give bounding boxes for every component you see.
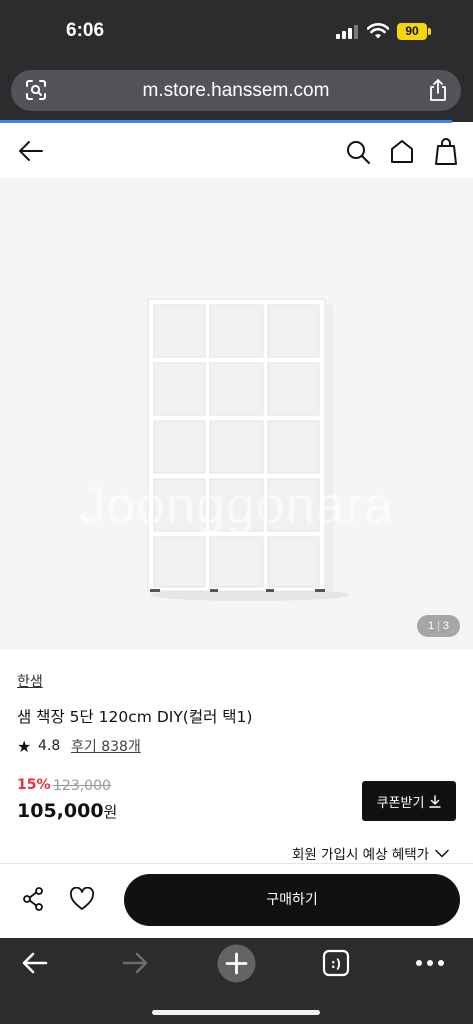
toolbar-back-icon[interactable]: [21, 950, 49, 976]
review-count-link[interactable]: 후기 838개: [71, 736, 141, 756]
home-icon[interactable]: [389, 138, 415, 164]
tabs-icon[interactable]: :): [322, 949, 350, 977]
brand-link[interactable]: 한샘: [17, 671, 43, 691]
sale-price: 105,000: [17, 800, 104, 822]
divider: [0, 863, 473, 864]
watermark: Joonggonara: [79, 477, 394, 535]
discount-rate: 15%: [17, 777, 51, 793]
lens-icon[interactable]: [25, 79, 47, 101]
image-counter: 1 | 3: [417, 615, 460, 637]
share-icon[interactable]: [427, 78, 449, 102]
coupon-button[interactable]: 쿠폰받기: [362, 781, 456, 821]
browser-toolbar: :): [0, 938, 473, 1024]
buy-button[interactable]: 구매하기: [124, 874, 460, 926]
cellular-signal-icon: [336, 25, 358, 39]
svg-text::): :): [331, 957, 341, 971]
heart-icon[interactable]: [69, 887, 95, 911]
wifi-icon: [367, 23, 389, 39]
chevron-down-icon: [435, 849, 449, 857]
rating-value: 4.8: [38, 738, 61, 754]
share-nodes-icon[interactable]: [21, 886, 45, 912]
shopping-bag-icon[interactable]: [434, 137, 458, 165]
bookshelf-image: [147, 298, 350, 601]
star-icon: ★: [17, 737, 32, 756]
download-icon: [429, 794, 442, 808]
price-unit: 원: [103, 803, 118, 821]
original-price: 123,000: [53, 778, 111, 794]
search-icon[interactable]: [345, 139, 371, 165]
page-load-progress: [0, 120, 452, 123]
image-counter-total: 3: [442, 620, 450, 632]
back-arrow-icon[interactable]: [17, 138, 45, 164]
address-bar[interactable]: m.store.hanssem.com: [11, 70, 461, 111]
battery-percent: 90: [397, 23, 427, 40]
member-benefit-label: 회원 가입시 예상 혜택가: [292, 847, 430, 863]
browser-chrome: 6:06 90 m.store.hanssem.com: [0, 0, 473, 122]
address-url[interactable]: m.store.hanssem.com: [11, 70, 461, 111]
home-indicator: [152, 1010, 320, 1015]
member-benefit-toggle[interactable]: 회원 가입시 예상 혜택가: [292, 843, 449, 863]
new-tab-plus-icon[interactable]: [217, 944, 256, 983]
battery-indicator: 90: [397, 23, 431, 40]
sale-price-row: 105,000원: [17, 800, 117, 822]
more-icon[interactable]: [415, 958, 445, 968]
product-title: 샘 책장 5단 120cm DIY(컬러 택1): [17, 708, 253, 726]
toolbar-forward-icon[interactable]: [121, 950, 149, 976]
coupon-button-label: 쿠폰받기: [376, 795, 425, 811]
product-image[interactable]: Joonggonara 1 | 3: [0, 178, 473, 650]
status-time: 6:06: [66, 20, 105, 41]
